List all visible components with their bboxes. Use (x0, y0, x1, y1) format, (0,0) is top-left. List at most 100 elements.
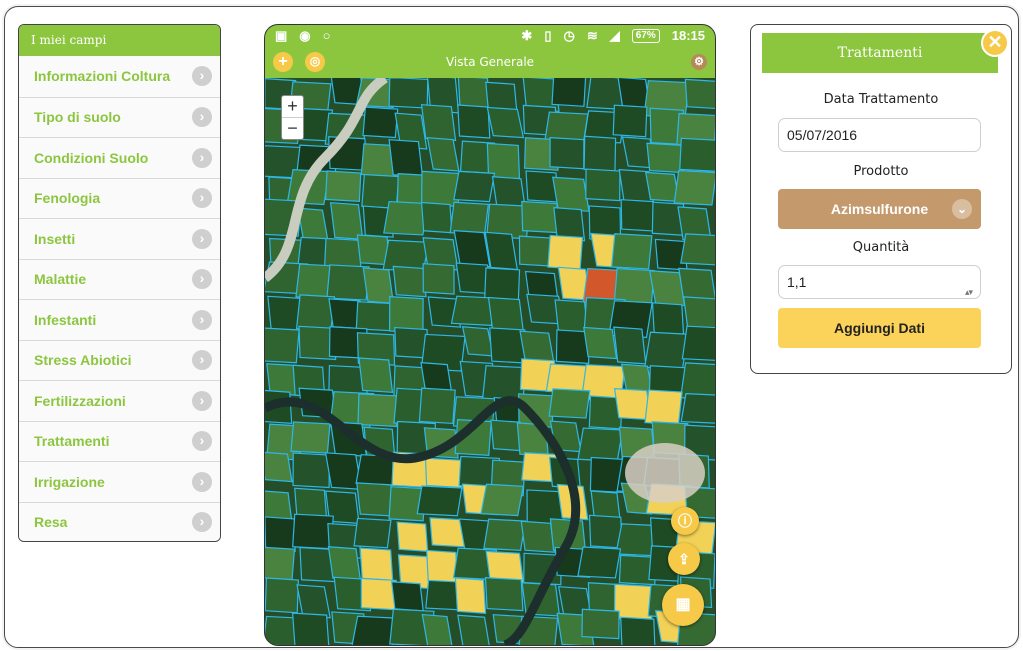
date-field[interactable]: 05/07/2016 (778, 118, 981, 152)
field-parcel[interactable] (426, 137, 460, 172)
field-parcel[interactable] (422, 263, 455, 295)
field-parcel[interactable] (613, 267, 655, 305)
field-parcel[interactable] (577, 427, 624, 462)
field-parcel[interactable] (681, 325, 715, 361)
field-parcel[interactable] (420, 104, 457, 142)
field-parcel[interactable] (644, 331, 689, 370)
menu-item-condizioni-suolo[interactable]: Condizioni Suolo › (19, 137, 220, 178)
field-parcel[interactable] (326, 264, 370, 301)
field-parcel[interactable] (265, 327, 300, 364)
menu-item-fenologia[interactable]: Fenologia › (19, 177, 220, 218)
settings-icon[interactable]: ⚙ (691, 54, 707, 70)
field-parcel[interactable] (457, 614, 490, 645)
share-icon[interactable]: ⇪ (668, 543, 700, 575)
field-parcel[interactable] (292, 513, 334, 550)
field-parcel[interactable] (680, 233, 715, 266)
field-parcel[interactable] (388, 139, 424, 178)
field-parcel[interactable] (644, 171, 680, 203)
menu-item-trattamenti[interactable]: Trattamenti › (19, 420, 220, 461)
field-parcel[interactable] (577, 546, 622, 579)
field-parcel[interactable] (392, 265, 427, 298)
field-parcel[interactable] (420, 201, 453, 234)
field-parcel[interactable] (296, 584, 331, 619)
field-parcel[interactable] (290, 421, 331, 454)
field-parcel[interactable] (396, 521, 429, 552)
field-parcel[interactable] (327, 546, 362, 581)
menu-item-tipo-di-suolo[interactable]: Tipo di suolo › (19, 96, 220, 137)
field-parcel[interactable] (555, 329, 590, 365)
field-parcel[interactable] (449, 201, 490, 236)
menu-item-infestanti[interactable]: Infestanti › (19, 299, 220, 340)
field-parcel[interactable] (552, 176, 590, 212)
field-parcel[interactable] (357, 393, 399, 428)
field-parcel[interactable] (265, 516, 296, 553)
info-icon[interactable]: ⓘ (671, 507, 699, 535)
field-parcel[interactable] (324, 170, 362, 203)
satellite-map[interactable] (265, 78, 715, 645)
zoom-out-button[interactable]: − (282, 117, 303, 139)
field-parcel[interactable] (588, 514, 623, 549)
field-parcel[interactable] (421, 613, 453, 645)
field-parcel[interactable] (457, 104, 491, 139)
field-parcel[interactable] (521, 200, 559, 234)
field-parcel[interactable] (291, 612, 330, 645)
field-parcel[interactable] (329, 202, 364, 241)
field-parcel[interactable] (484, 577, 524, 612)
field-parcel[interactable] (265, 577, 299, 614)
field-parcel[interactable] (549, 136, 585, 170)
field-parcel[interactable] (525, 170, 559, 203)
field-parcel[interactable] (679, 137, 715, 172)
zoom-in-button[interactable]: + (282, 96, 303, 117)
field-parcel[interactable] (353, 517, 392, 549)
menu-item-resa[interactable]: Resa › (19, 501, 220, 541)
field-parcel[interactable] (613, 583, 653, 621)
field-parcel[interactable] (551, 78, 587, 107)
field-parcel[interactable] (486, 106, 525, 139)
field-parcel[interactable] (421, 170, 460, 208)
field-parcel[interactable] (265, 451, 293, 483)
field-parcel[interactable] (390, 581, 424, 612)
field-parcel[interactable] (292, 452, 330, 489)
close-icon[interactable]: ✕ (981, 29, 1009, 57)
quantity-field[interactable]: 1,1 ▴▾ (778, 265, 981, 299)
field-parcel[interactable] (585, 168, 621, 202)
field-parcel[interactable] (453, 170, 496, 203)
field-parcel[interactable] (680, 392, 715, 424)
field-parcel[interactable] (620, 616, 656, 645)
field-parcel[interactable] (483, 518, 527, 552)
field-parcel[interactable] (356, 482, 396, 517)
quantity-stepper[interactable]: ▴▾ (965, 276, 973, 308)
field-parcel[interactable] (620, 199, 655, 232)
field-parcel[interactable] (265, 546, 296, 581)
field-parcel[interactable] (548, 388, 591, 419)
field-parcel[interactable] (388, 78, 429, 109)
field-parcel[interactable] (520, 520, 556, 553)
field-parcel[interactable] (583, 326, 618, 360)
field-parcel[interactable] (484, 231, 518, 271)
field-parcel[interactable] (684, 78, 715, 110)
add-data-button[interactable]: Aggiungi Dati (778, 308, 981, 348)
field-parcel[interactable] (673, 169, 715, 206)
field-parcel[interactable] (418, 387, 456, 425)
field-parcel[interactable] (359, 547, 394, 581)
add-icon[interactable]: + (273, 52, 293, 72)
field-parcel[interactable] (581, 608, 620, 640)
menu-item-irrigazione[interactable]: Irrigazione › (19, 461, 220, 502)
field-parcel[interactable] (682, 296, 715, 331)
field-parcel[interactable] (644, 389, 683, 426)
field-parcel[interactable] (358, 357, 394, 393)
field-parcel[interactable] (646, 142, 685, 174)
field-parcel[interactable] (612, 104, 648, 138)
field-parcel[interactable] (424, 457, 463, 489)
field-parcel[interactable] (547, 234, 584, 270)
field-parcel[interactable] (610, 233, 653, 270)
field-parcel[interactable] (461, 326, 495, 357)
field-parcel[interactable] (484, 267, 521, 302)
field-parcel[interactable] (360, 577, 397, 611)
field-parcel[interactable] (355, 301, 395, 332)
menu-item-stress-abiotici[interactable]: Stress Abiotici › (19, 339, 220, 380)
layers-icon[interactable]: ◎ (305, 52, 325, 72)
menu-item-insetti[interactable]: Insetti › (19, 218, 220, 259)
field-parcel[interactable] (454, 577, 487, 614)
field-parcel[interactable] (416, 485, 463, 517)
